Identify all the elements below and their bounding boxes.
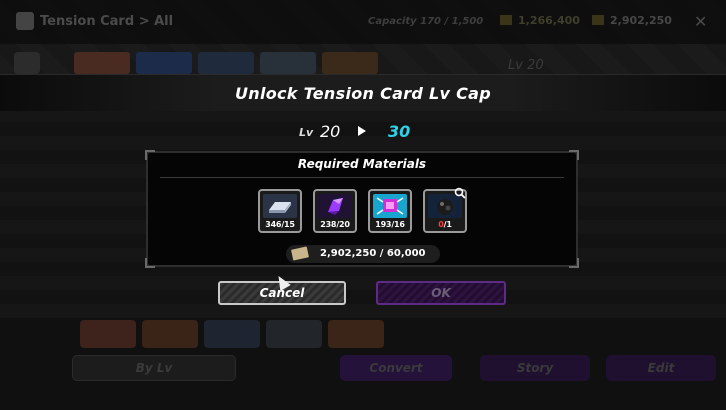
silver-ingot-icon (263, 194, 297, 218)
money-icon (291, 246, 309, 261)
level-to: 30 (388, 122, 411, 141)
grid-view-icon[interactable] (14, 52, 40, 74)
currency-1: 1,266,400 (500, 14, 580, 27)
close-icon[interactable]: ✕ (694, 12, 707, 31)
sort-label: By Lv (135, 361, 173, 375)
material-slot[interactable]: 238/20 (313, 189, 357, 233)
card-thumb[interactable] (74, 52, 130, 74)
card-thumb[interactable] (266, 320, 322, 348)
back-icon[interactable] (16, 12, 34, 30)
magnifier-icon[interactable] (454, 187, 466, 199)
panel-corner (569, 258, 579, 268)
capacity-label: Capacity 170 / 1,500 (368, 16, 484, 27)
material-slot[interactable]: 193/16 (368, 189, 412, 233)
level-from: 20 (320, 122, 341, 141)
card-thumb[interactable] (322, 52, 378, 74)
convert-button[interactable]: Convert (340, 355, 452, 381)
card-thumb[interactable] (142, 320, 198, 348)
card-thumb[interactable] (80, 320, 136, 348)
material-count: 346/15 (265, 220, 295, 229)
story-label: Story (516, 361, 554, 375)
material-count: 238/20 (320, 220, 350, 229)
card-thumb[interactable] (328, 320, 384, 348)
ok-label: OK (431, 286, 451, 300)
currency-2: 2,902,250 (592, 14, 672, 27)
unlock-lv-cap-dialog: Unlock Tension Card Lv Cap Lv 20 30 Requ… (0, 74, 726, 318)
required-materials-panel: Required Materials 346/15 238/20 193/16 … (145, 150, 579, 268)
material-slot[interactable]: 346/15 (258, 189, 302, 233)
purple-crystal-icon (318, 194, 352, 218)
card-thumb[interactable] (204, 320, 260, 348)
money-cost-text: 2,902,250 / 60,000 (320, 248, 426, 259)
card-thumb[interactable] (136, 52, 192, 74)
magenta-chip-icon (373, 194, 407, 218)
ok-button[interactable]: OK (376, 281, 506, 305)
convert-label: Convert (369, 361, 423, 375)
level-indicator: Lv 20 (508, 58, 544, 73)
panel-corner (145, 258, 155, 268)
dialog-title: Unlock Tension Card Lv Cap (234, 84, 492, 103)
arrow-right-icon (358, 126, 366, 136)
edit-label: Edit (647, 361, 675, 375)
card-thumb[interactable] (260, 52, 316, 74)
card-thumb[interactable] (198, 52, 254, 74)
sort-button[interactable]: By Lv (72, 355, 236, 381)
level-prefix: Lv (299, 126, 314, 139)
materials-title: Required Materials (297, 157, 427, 171)
material-count: 0/1 (438, 220, 452, 229)
edit-button[interactable]: Edit (606, 355, 716, 381)
divider (160, 177, 564, 178)
material-count: 193/16 (375, 220, 405, 229)
money-cost-bar: 2,902,250 / 60,000 (286, 245, 440, 263)
screen-title: Tension Card > All (40, 14, 174, 29)
level-change-row: Lv 20 30 (0, 121, 726, 145)
story-button[interactable]: Story (480, 355, 590, 381)
